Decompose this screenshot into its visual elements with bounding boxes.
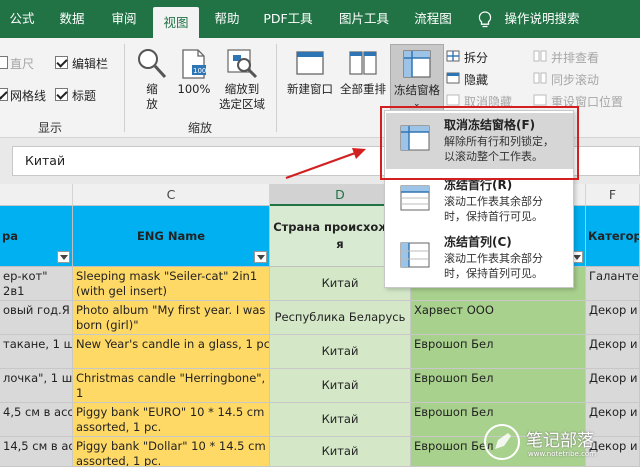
freeze-top-row-icon [400, 185, 430, 211]
table-row-cell[interactable]: Еврошоп Бел [411, 369, 586, 403]
tab-pdf-tools[interactable]: PDF工具 [256, 0, 320, 38]
zoom-group-label: 缩放 [187, 121, 212, 135]
table-row-cell[interactable]: 4,5 см в асс [0, 403, 73, 437]
ribbon-tab-bar: 公式 数据 审阅 视图 帮助 PDF工具 图片工具 流程图 操作说明搜索 [0, 0, 640, 38]
table-row-cell[interactable]: овый год.Я р [0, 301, 73, 335]
group-divider [124, 44, 125, 132]
table-row-cell[interactable]: Декор и с [586, 369, 640, 403]
table-row-cell[interactable]: Декор и с [586, 335, 640, 369]
formula-bar-checkbox[interactable] [55, 56, 68, 69]
zoom-100-button-label[interactable]: 100% [176, 82, 212, 97]
menu-item-description: 滚动工作表其余部分 时，保持首列可见。 [444, 252, 543, 280]
watermark-url: www.notetribe.com [528, 450, 597, 458]
tell-me-search[interactable]: 操作说明搜索 [502, 0, 582, 38]
headings-checkbox[interactable] [55, 88, 68, 101]
reset-window-position-icon [533, 94, 547, 106]
split-icon[interactable] [446, 50, 460, 62]
arrange-all-label[interactable]: 全部重排 [337, 82, 389, 97]
sync-scroll-icon [533, 72, 547, 84]
zoom-button-label[interactable]: 缩 放 [140, 82, 164, 112]
freeze-first-column-icon [400, 242, 430, 268]
ruler-label: 直尺 [10, 57, 35, 71]
filter-dropdown-icon[interactable] [254, 251, 267, 263]
show-group-label: 显示 [37, 121, 62, 135]
gridlines-label: 网格线 [10, 89, 47, 103]
table-row-cell[interactable]: Sleeping mask "Seiler-cat" 2in1 (with ge… [73, 267, 270, 301]
freeze-panes-button[interactable]: 冻结窗格 ⌄ [390, 44, 444, 112]
header-f-text: Категория [588, 229, 639, 243]
header-cell-f[interactable]: Категория [586, 206, 640, 267]
table-row-cell[interactable]: 14,5 см в асс [0, 437, 73, 467]
menu-item-freeze-first-column[interactable]: 冻结首列(C) 滚动工作表其余部分 时，保持首列可见。 [386, 230, 573, 286]
table-row-cell[interactable]: Piggy bank "EURO" 10 * 14.5 cm assorted,… [73, 403, 270, 437]
new-window-label[interactable]: 新建窗口 [284, 82, 336, 97]
table-row-cell[interactable]: Галантер [586, 267, 640, 301]
table-row-cell[interactable]: Декор и с [586, 301, 640, 335]
tab-review[interactable]: 审阅 [104, 0, 144, 38]
ruler-checkbox[interactable] [0, 56, 8, 69]
gridlines-checkbox[interactable] [0, 88, 8, 101]
tab-formulas[interactable]: 公式 [2, 0, 42, 38]
table-row-cell[interactable]: такане, 1 ш [0, 335, 73, 369]
column-header-c[interactable]: C [73, 184, 270, 206]
zoom-to-selection-icon[interactable] [226, 48, 260, 80]
table-row-cell[interactable]: ер-кот" 2в1 м) [0, 267, 73, 301]
table-row-cell[interactable]: Piggy bank "Dollar" 10 * 14.5 cm assorte… [73, 437, 270, 467]
tab-picture-tools[interactable]: 图片工具 [332, 0, 396, 38]
table-row-cell[interactable]: New Year's candle in a glass, 1 pc. [73, 335, 270, 369]
freeze-panes-icon [403, 50, 431, 78]
freeze-panes-label: 冻结窗格 [394, 83, 440, 97]
table-row-cell[interactable]: Китай [270, 369, 411, 403]
unhide-icon [446, 94, 460, 106]
sync-scroll-label: 同步滚动 [551, 73, 600, 87]
side-by-side-label: 并排查看 [551, 51, 600, 65]
formula-value: Китай [25, 153, 66, 168]
new-window-icon[interactable] [295, 48, 325, 78]
table-row-cell[interactable]: Китай [270, 403, 411, 437]
table-row-cell[interactable]: лочка", 1 шт. [0, 369, 73, 403]
lightbulb-icon [478, 11, 492, 28]
zoom-magnifier-icon[interactable] [137, 48, 167, 80]
headings-label: 标题 [72, 89, 97, 103]
zoom-to-selection-label[interactable]: 缩放到 选定区域 [214, 82, 270, 112]
side-by-side-icon [533, 50, 547, 62]
table-row-cell[interactable]: Китай [270, 335, 411, 369]
red-arrow-icon [285, 148, 366, 180]
zoom-100-icon[interactable]: 100 [179, 48, 209, 80]
hide-icon[interactable] [446, 72, 460, 84]
tab-flowchart[interactable]: 流程图 [408, 0, 458, 38]
formula-bar-label: 编辑栏 [72, 57, 109, 71]
tab-data[interactable]: 数据 [52, 0, 92, 38]
tab-view[interactable]: 视图 [153, 7, 199, 38]
svg-text:100: 100 [193, 67, 206, 75]
arrange-all-icon[interactable] [348, 48, 378, 78]
menu-item-title: 冻结首列(C) [444, 235, 512, 249]
table-row-cell[interactable]: Китай [270, 437, 411, 467]
tab-help[interactable]: 帮助 [207, 0, 247, 38]
table-row-cell[interactable]: Christmas candle "Herringbone", 1 pc. [73, 369, 270, 403]
table-row-cell[interactable]: Харвест ООО [411, 301, 586, 335]
hide-label[interactable]: 隐藏 [464, 71, 488, 88]
header-b-text: ра [2, 229, 18, 243]
header-c-text: ENG Name [136, 229, 206, 243]
column-header-b[interactable] [0, 184, 73, 206]
column-header-f[interactable]: F [586, 184, 640, 206]
table-row-cell[interactable]: Еврошоп Бел [411, 335, 586, 369]
menu-item-freeze-top-row[interactable]: 冻结首行(R) 滚动工作表其余部分 时，保持首行可见。 [386, 173, 573, 229]
menu-item-description: 滚动工作表其余部分 时，保持首行可见。 [444, 195, 543, 223]
header-cell-c[interactable]: ENG Name [73, 206, 270, 267]
pen-logo-icon [484, 424, 520, 460]
highlight-box [380, 106, 579, 180]
split-label[interactable]: 拆分 [464, 49, 488, 66]
watermark-text: 笔记部落 [526, 431, 594, 451]
group-divider [276, 44, 277, 132]
watermark: 笔记部落 www.notetribe.com [484, 420, 640, 467]
table-row-cell[interactable]: Республика Беларусь [270, 301, 411, 335]
table-row-cell[interactable]: Photo album "My first year. I was born (… [73, 301, 270, 335]
filter-dropdown-icon[interactable] [57, 251, 70, 263]
